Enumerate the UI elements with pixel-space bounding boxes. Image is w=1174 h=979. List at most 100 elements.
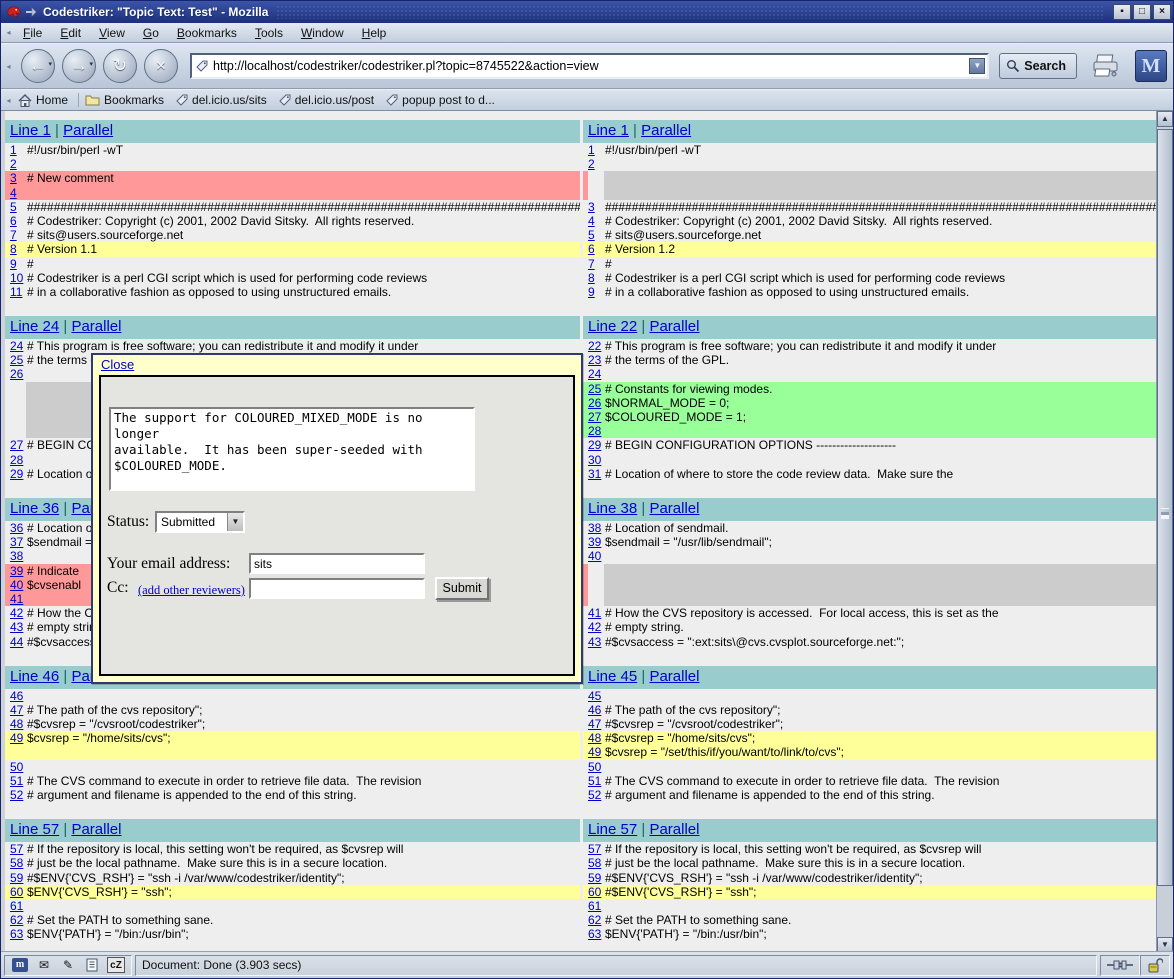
toolbar-collapse-grip[interactable]: ◂ <box>3 90 14 110</box>
line-number-link[interactable]: 26 <box>583 396 605 410</box>
line-number-link[interactable]: 50 <box>583 760 605 774</box>
line-number-link[interactable]: 5 <box>583 228 605 242</box>
line-number-link[interactable]: 1 <box>583 143 605 157</box>
line-number-link[interactable]: 44 <box>5 635 27 649</box>
scrollbar-thumb[interactable] <box>1157 129 1173 886</box>
line-number-link[interactable]: 4 <box>583 214 605 228</box>
line-number-link[interactable]: 25 <box>583 382 605 396</box>
line-number-link[interactable]: 63 <box>5 927 27 941</box>
line-number-link[interactable]: 49 <box>5 731 27 745</box>
security-panel[interactable] <box>1140 955 1170 976</box>
forward-button[interactable]: →▾ <box>62 49 96 83</box>
line-number-link[interactable]: 40 <box>5 578 27 592</box>
forward-dropdown-arrow[interactable]: ▾ <box>89 49 93 81</box>
line-anchor-link[interactable]: Line 36 <box>10 500 59 517</box>
line-number-link[interactable]: 11 <box>5 285 27 299</box>
line-number-link[interactable]: 30 <box>583 453 605 467</box>
scroll-up-button[interactable]: ▲ <box>1157 111 1173 127</box>
toolbar-collapse-grip[interactable]: ◂ <box>3 23 14 42</box>
menu-item-edit[interactable]: Edit <box>51 24 90 42</box>
line-number-link[interactable]: 28 <box>5 453 27 467</box>
menu-item-help[interactable]: Help <box>353 24 396 42</box>
line-number-link[interactable]: 59 <box>5 871 27 885</box>
line-number-link[interactable]: 49 <box>583 745 605 759</box>
line-number-link[interactable]: 9 <box>583 285 605 299</box>
line-number-link[interactable]: 61 <box>583 899 605 913</box>
line-anchor-link[interactable]: Line 57 <box>10 821 59 838</box>
close-button[interactable]: × <box>1153 4 1171 20</box>
menu-item-bookmarks[interactable]: Bookmarks <box>168 24 246 42</box>
reload-button[interactable]: ↻ <box>103 49 137 83</box>
popup-close-link[interactable]: Close <box>101 357 134 372</box>
printer-icon[interactable] <box>1091 53 1121 79</box>
addressbook-icon[interactable] <box>83 957 101 973</box>
back-button[interactable]: ←▾ <box>21 49 55 83</box>
line-number-link[interactable]: 37 <box>5 535 27 549</box>
line-number-link[interactable]: 27 <box>5 438 27 452</box>
line-anchor-link[interactable]: Line 1 <box>588 122 629 139</box>
menu-item-tools[interactable]: Tools <box>246 24 292 42</box>
line-number-link[interactable]: 52 <box>583 788 605 802</box>
line-number-link[interactable]: 60 <box>583 885 605 899</box>
line-number-link[interactable]: 43 <box>5 620 27 634</box>
line-number-link[interactable]: 51 <box>583 774 605 788</box>
cc-input[interactable] <box>249 578 425 599</box>
line-anchor-link[interactable]: Line 46 <box>10 668 59 685</box>
line-number-link[interactable]: 1 <box>5 143 27 157</box>
line-number-link[interactable]: 59 <box>583 871 605 885</box>
pin-icon[interactable] <box>25 6 39 18</box>
line-anchor-link[interactable]: Line 57 <box>588 821 637 838</box>
url-text[interactable]: http://localhost/codestriker/codestriker… <box>213 59 969 73</box>
line-number-link[interactable]: 47 <box>583 717 605 731</box>
line-number-link[interactable]: 4 <box>5 186 27 200</box>
menu-item-view[interactable]: View <box>90 24 134 42</box>
line-number-link[interactable]: 48 <box>5 717 27 731</box>
line-number-link[interactable]: 61 <box>5 899 27 913</box>
add-reviewers-link[interactable]: (add other reviewers) <box>138 583 245 598</box>
line-number-link[interactable]: 23 <box>583 353 605 367</box>
line-number-link[interactable]: 43 <box>583 635 605 649</box>
vertical-scrollbar[interactable]: ▲ ▼ <box>1156 111 1173 953</box>
menu-item-window[interactable]: Window <box>292 24 353 42</box>
parallel-view-link[interactable]: Parallel <box>649 668 699 685</box>
email-input[interactable]: sits <box>249 553 425 574</box>
line-number-link[interactable]: 38 <box>583 521 605 535</box>
line-number-link[interactable]: 2 <box>583 157 605 171</box>
parallel-view-link[interactable]: Parallel <box>641 122 691 139</box>
line-number-link[interactable]: 36 <box>5 521 27 535</box>
composer-icon[interactable]: ✎ <box>59 957 77 973</box>
line-number-link[interactable]: 62 <box>583 913 605 927</box>
bookmark-item-bookmarks[interactable]: Bookmarks <box>81 92 172 108</box>
line-number-link[interactable]: 58 <box>583 856 605 870</box>
line-number-link[interactable]: 24 <box>583 367 605 381</box>
bookmark-item-del-icio-us-sits[interactable]: del.icio.us/sits <box>172 92 275 108</box>
line-number-link[interactable]: 58 <box>5 856 27 870</box>
line-number-link[interactable]: 31 <box>583 467 605 481</box>
line-number-link[interactable]: 7 <box>583 257 605 271</box>
comment-textarea[interactable]: The support for COLOURED_MIXED_MODE is n… <box>109 407 475 491</box>
parallel-view-link[interactable]: Parallel <box>71 821 121 838</box>
line-anchor-link[interactable]: Line 24 <box>10 318 59 335</box>
back-dropdown-arrow[interactable]: ▾ <box>48 49 52 81</box>
mozilla-throbber-logo[interactable]: M <box>1135 50 1167 82</box>
line-number-link[interactable]: 7 <box>5 228 27 242</box>
line-number-link[interactable]: 39 <box>583 535 605 549</box>
line-number-link[interactable]: 5 <box>5 200 27 214</box>
line-number-link[interactable]: 57 <box>583 842 605 856</box>
line-number-link[interactable]: 42 <box>5 606 27 620</box>
status-dropdown[interactable]: Submitted ▼ <box>155 511 245 533</box>
line-number-link[interactable]: 6 <box>5 214 27 228</box>
line-anchor-link[interactable]: Line 38 <box>588 500 637 517</box>
line-number-link[interactable]: 51 <box>5 774 27 788</box>
line-number-link[interactable]: 40 <box>583 549 605 563</box>
line-number-link[interactable]: 39 <box>5 564 27 578</box>
minimize-button[interactable]: ▪ <box>1113 4 1131 20</box>
line-number-link[interactable]: 50 <box>5 760 27 774</box>
line-number-link[interactable]: 3 <box>583 200 605 214</box>
line-number-link[interactable]: 25 <box>5 353 27 367</box>
line-number-link[interactable]: 38 <box>5 549 27 563</box>
line-number-link[interactable]: 47 <box>5 703 27 717</box>
bookmark-tag-icon[interactable] <box>196 60 208 72</box>
line-number-link[interactable]: 3 <box>5 171 27 185</box>
maximize-button[interactable]: □ <box>1133 4 1151 20</box>
